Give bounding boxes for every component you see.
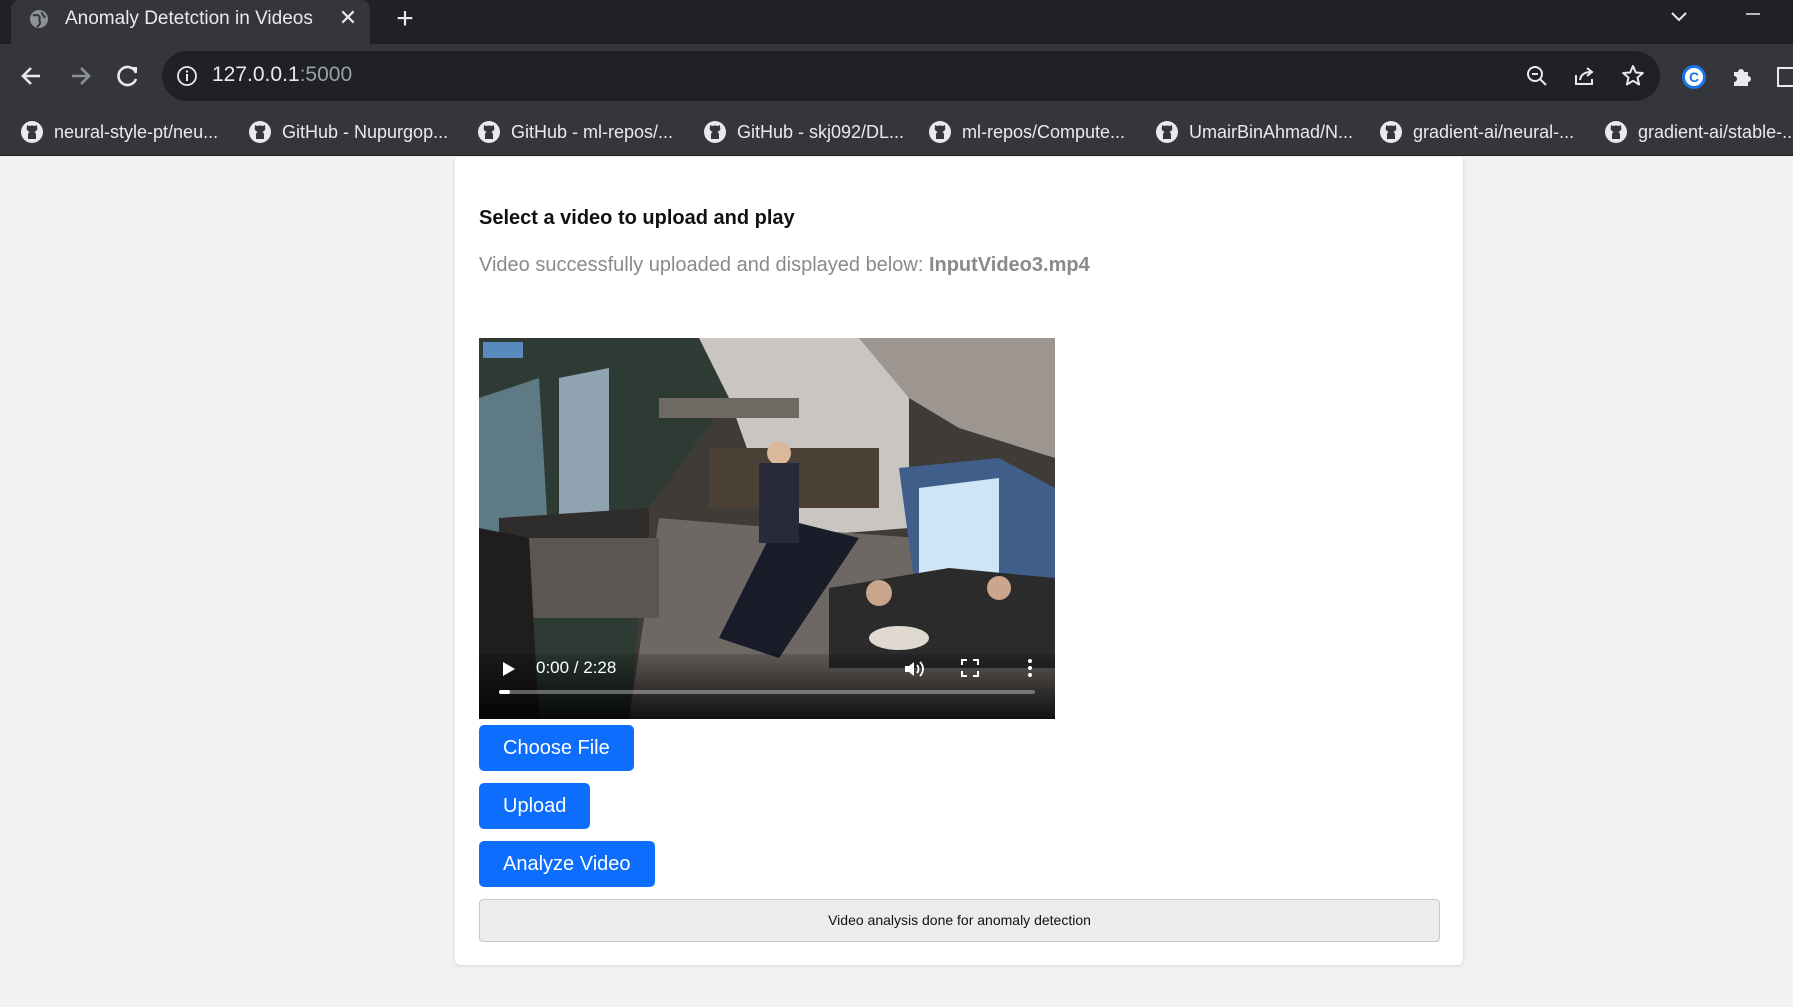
- upload-button[interactable]: Upload: [479, 783, 591, 829]
- bookmark-item[interactable]: GitHub - ml-repos/...: [477, 116, 673, 148]
- play-icon[interactable]: [501, 660, 517, 678]
- address-bar[interactable]: 127.0.0.1:5000: [162, 51, 1660, 101]
- bookmark-star-icon[interactable]: [1620, 63, 1646, 89]
- bookmark-item[interactable]: gradient-ai/stable-...: [1604, 116, 1793, 148]
- bookmark-item[interactable]: GitHub - Nupurgop...: [248, 116, 448, 148]
- github-icon: [21, 121, 43, 143]
- page-heading: Select a video to upload and play: [479, 207, 795, 229]
- page-content: Select a video to upload and play Video …: [0, 157, 1793, 1007]
- browser-toolbar: 127.0.0.1:5000 C: [0, 44, 1793, 108]
- bookmark-label: gradient-ai/neural-...: [1413, 121, 1575, 142]
- svg-text:C: C: [1689, 69, 1699, 85]
- bookmark-item[interactable]: gradient-ai/neural-...: [1379, 116, 1574, 148]
- url-host: 127.0.0.1: [212, 63, 300, 86]
- reload-icon[interactable]: [110, 58, 146, 94]
- extensions-puzzle-icon[interactable]: [1728, 63, 1756, 91]
- video-controls: 0:00 / 2:28: [479, 654, 1055, 719]
- github-icon: [1380, 121, 1402, 143]
- github-icon: [704, 121, 726, 143]
- share-icon[interactable]: [1572, 63, 1598, 89]
- video-progress-bar[interactable]: [499, 690, 1035, 694]
- bookmark-item[interactable]: ml-repos/Compute...: [928, 116, 1125, 148]
- side-panel-icon[interactable]: [1774, 63, 1793, 91]
- forward-arrow-icon[interactable]: [62, 58, 98, 94]
- url-text[interactable]: 127.0.0.1:5000: [212, 63, 352, 87]
- zoom-out-icon[interactable]: [1524, 63, 1550, 89]
- bookmark-label: UmairBinAhmad/N...: [1189, 121, 1354, 142]
- bookmark-label: neural-style-pt/neu...: [54, 121, 219, 142]
- github-icon: [478, 121, 500, 143]
- more-options-icon[interactable]: [1027, 658, 1033, 678]
- bookmark-item[interactable]: GitHub - skj092/DL...: [703, 116, 904, 148]
- bookmark-label: GitHub - skj092/DL...: [737, 121, 905, 142]
- bookmark-item[interactable]: neural-style-pt/neu...: [20, 116, 218, 148]
- upload-status: Video successfully uploaded and displaye…: [479, 254, 1090, 277]
- back-arrow-icon[interactable]: [14, 58, 50, 94]
- globe-icon: [30, 10, 48, 28]
- bookmark-label: GitHub - ml-repos/...: [511, 121, 674, 142]
- video-progress-fill: [499, 690, 510, 694]
- analyze-video-button[interactable]: Analyze Video: [479, 841, 655, 887]
- fullscreen-icon[interactable]: [961, 659, 979, 677]
- github-icon: [929, 121, 951, 143]
- github-icon: [249, 121, 271, 143]
- github-icon: [1156, 121, 1178, 143]
- volume-icon[interactable]: [903, 659, 925, 679]
- bookmark-label: gradient-ai/stable-...: [1638, 121, 1793, 142]
- chevron-down-icon[interactable]: [1664, 2, 1694, 32]
- new-tab-icon[interactable]: +: [390, 4, 420, 34]
- close-tab-icon[interactable]: ✕: [336, 5, 360, 31]
- video-player[interactable]: 0:00 / 2:28: [479, 338, 1055, 719]
- bookmark-label: GitHub - Nupurgop...: [282, 121, 449, 142]
- analysis-result: Video analysis done for anomaly detectio…: [479, 899, 1440, 942]
- video-time: 0:00 / 2:28: [536, 658, 617, 677]
- browser-tab[interactable]: Anomaly Detetction in Videos ✕: [11, 0, 370, 44]
- tab-title: Anomaly Detetction in Videos: [65, 8, 313, 29]
- choose-file-button[interactable]: Choose File: [479, 725, 634, 771]
- minimize-window-icon[interactable]: [1736, 0, 1770, 30]
- bookmark-label: ml-repos/Compute...: [962, 121, 1126, 142]
- bookmark-item[interactable]: UmairBinAhmad/N...: [1155, 116, 1353, 148]
- url-port: :5000: [299, 63, 353, 86]
- github-icon: [1605, 121, 1627, 143]
- tab-bar: Anomaly Detetction in Videos ✕ +: [0, 0, 1793, 44]
- status-text: Video successfully uploaded and displaye…: [479, 254, 924, 276]
- status-filename: InputVideo3.mp4: [928, 254, 1090, 276]
- upload-card: Select a video to upload and play Video …: [455, 157, 1463, 965]
- extension-c-icon[interactable]: C: [1680, 63, 1708, 91]
- bookmarks-bar: neural-style-pt/neu... GitHub - Nupurgop…: [0, 108, 1793, 156]
- info-icon[interactable]: [176, 65, 198, 87]
